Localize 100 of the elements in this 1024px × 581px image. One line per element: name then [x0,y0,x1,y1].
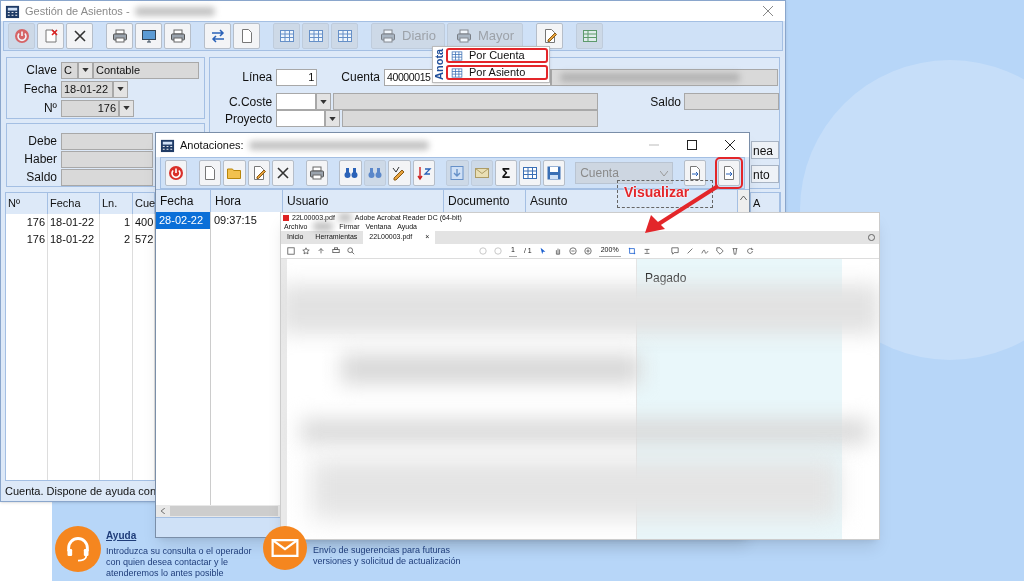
input-field[interactable] [276,93,317,110]
column-header[interactable]: Fecha [48,193,100,214]
toolbar-button[interactable] [536,23,564,49]
printer-icon [455,28,472,44]
input-field[interactable] [684,93,779,110]
side-button[interactable]: nto [751,165,779,183]
callout-label: Visualizar [624,184,690,200]
column-header[interactable]: Asunto [530,194,568,208]
toolbar-button[interactable] [247,160,270,186]
redacted-text [337,213,352,222]
field-label: Proyecto [223,110,273,128]
column-header[interactable]: Documento [448,194,510,208]
table-cell: 2 [100,231,133,248]
column-header[interactable]: Nº [6,193,48,214]
input-field[interactable]: 176 [61,99,119,117]
toolbar-button[interactable] [339,160,362,186]
toolbar-button[interactable] [66,23,93,49]
input-field[interactable] [61,132,153,150]
toolbar-button[interactable] [518,160,542,186]
window-title: Gestión de Asientos - [25,3,130,19]
input-field[interactable] [276,110,326,127]
input-field[interactable]: 1 [276,68,318,86]
help-text: Introduzca su consulta o el operador con quien desea contactar y le atenderemos lo antes posible [106,546,253,579]
hand-icon[interactable] [553,247,562,255]
stamp-icon[interactable] [642,247,651,255]
printer-icon[interactable] [332,247,340,255]
input-field[interactable] [333,93,599,110]
star-icon[interactable] [302,247,310,255]
headset-icon [64,535,92,563]
x-icon [275,165,292,181]
input-field[interactable]: 18-01-22 [61,80,113,98]
trash-icon[interactable] [730,247,739,255]
toolbar-button[interactable] [135,23,162,49]
download-icon [449,165,466,181]
caret-icon [161,508,165,514]
input-field[interactable] [61,150,153,168]
menu-header: Anota [433,47,446,82]
close-icon [763,6,773,16]
table-cell: 18-01-22 [48,214,100,231]
sort-icon [415,165,432,181]
pen-icon[interactable] [685,247,694,255]
printer-icon [111,28,128,44]
zoom-out-icon[interactable] [568,247,577,255]
table-icon [521,165,538,181]
search-icon[interactable] [347,247,355,255]
spreadsheet-icon [581,28,598,44]
column-header[interactable]: Hora [215,194,241,208]
caret-icon [660,170,669,176]
printer-icon [380,28,396,44]
toolbar-button[interactable] [412,160,435,186]
redacted-text [313,222,334,231]
caret-icon [740,196,747,200]
input-field[interactable]: C [61,61,78,79]
comment-icon[interactable] [670,247,679,255]
table-cell: 28-02-22 [156,212,211,229]
table-icon [451,66,463,79]
table-cell: 18-01-22 [48,231,100,248]
column-header[interactable]: Usuario [287,194,329,208]
input-field[interactable] [61,168,153,186]
monitor-icon [140,28,157,44]
swap-arrows-icon [209,28,226,44]
column-header[interactable]: Ln. [100,193,133,214]
document-delete-icon [42,28,59,44]
tag-icon[interactable] [715,247,724,255]
field-label: Fecha [22,81,57,98]
printer-icon [308,165,325,181]
input-field[interactable]: Contable [93,61,199,79]
power-icon [168,165,185,181]
panel-title: Pagado [645,271,687,285]
scroll-up-button[interactable] [738,190,749,212]
toolbar-button[interactable] [543,160,566,186]
table-cell: 176 [6,214,48,231]
side-button[interactable]: nea [751,141,779,159]
menu-item[interactable]: Por Asiento [446,65,548,80]
field-label: Clave [25,62,57,79]
crop-icon[interactable] [627,247,636,255]
toolbar-button[interactable] [271,160,295,186]
signature-icon[interactable] [700,247,709,255]
input-field[interactable] [342,110,599,127]
dropdown-button[interactable] [119,99,134,117]
zoom-in-icon[interactable] [583,247,592,255]
scrollbar-thumb[interactable] [170,506,278,516]
field-label: Debe [27,133,57,150]
table-icon [451,49,463,62]
toolbar-button[interactable]: Σ [495,160,517,186]
dropdown-button[interactable] [78,61,93,79]
column-header[interactable]: Fecha [160,194,194,208]
menu-item[interactable]: Por Cuenta [446,48,548,63]
caret-icon [320,99,328,104]
dropdown-button[interactable] [316,93,332,110]
toolbar-button[interactable] [204,23,231,49]
maximize-icon [687,140,697,150]
help-link[interactable]: Ayuda [106,528,266,543]
pointer-icon[interactable] [538,247,547,255]
toolbar-button[interactable] [683,160,707,186]
rotate-icon[interactable] [745,247,754,255]
dropdown-button[interactable] [325,110,341,127]
dropdown-button[interactable] [113,80,128,98]
upload-icon[interactable] [317,247,325,255]
toolbar-button[interactable] [388,160,411,186]
